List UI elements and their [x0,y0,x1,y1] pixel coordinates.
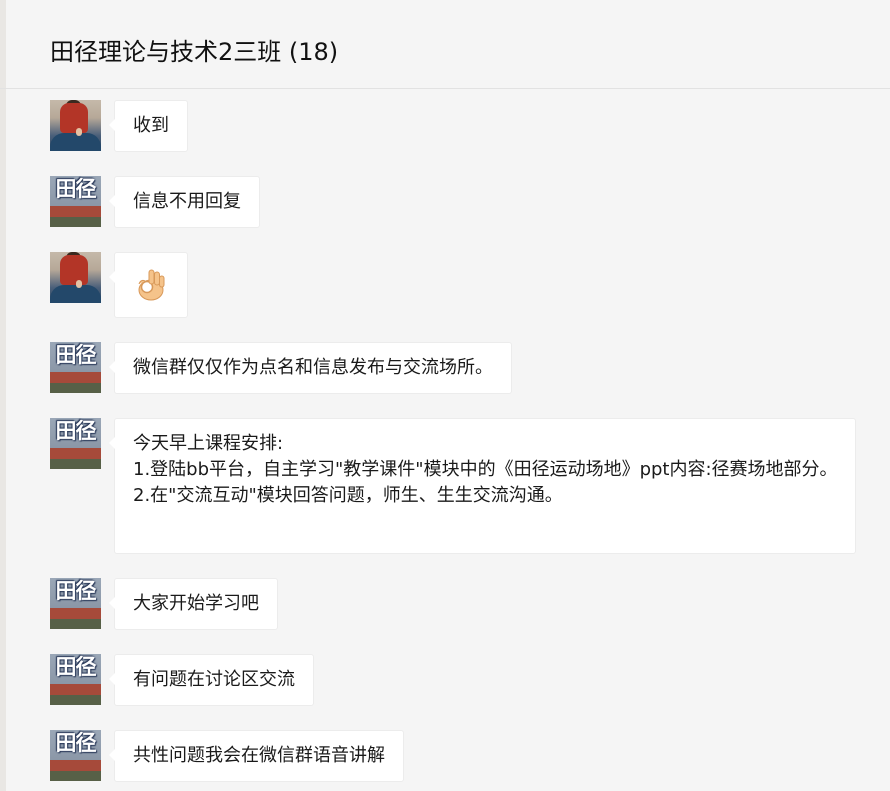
message-text: 大家开始学习吧 [133,593,259,614]
message-line: 今天早上课程安排: [133,433,284,454]
avatar-track-lane [50,608,101,619]
avatar-teacher-text: 田径 [55,177,97,201]
avatar-grass [50,459,101,469]
avatar-teacher-text: 田径 [55,731,97,755]
avatar-hand-shape [76,280,82,288]
avatar-track-lane [50,206,101,217]
message-item [50,252,856,318]
message-line: 1.登陆bb平台，自主学习"教学课件"模块中的《田径运动场地》ppt内容:径赛场… [133,459,838,480]
message-item: 田径 共性问题我会在微信群语音讲解 [50,730,856,782]
avatar-track-lane [50,760,101,771]
avatar-grass [50,695,101,705]
avatar-track-lane [50,448,101,459]
message-bubble[interactable] [109,252,188,318]
message-text: 收到 [133,115,169,136]
avatar-red-jacket-shape [60,103,88,133]
message-item: 田径 今天早上课程安排: 1.登陆bb平台，自主学习"教学课件"模块中的《田径运… [50,418,856,554]
avatar-teacher-text: 田径 [55,655,97,679]
avatar-track-lane [50,684,101,695]
message-item: 田径 大家开始学习吧 [50,578,856,630]
message-bubble[interactable]: 微信群仅仅作为点名和信息发布与交流场所。 [109,342,512,394]
message-item: 收到 [50,100,856,152]
avatar-hand-shape [76,128,82,136]
avatar-teacher[interactable]: 田径 [50,730,101,781]
avatar-blue-skirt-shape [50,133,101,151]
chat-header: 田径理论与技术2三班 (18) [0,0,890,89]
avatar-grass [50,217,101,227]
message-text: 信息不用回复 [133,191,241,212]
chat-window: 田径理论与技术2三班 (18) 收到 田径 信息不用回复 田径 微信群仅仅作为点… [0,0,890,791]
avatar-teacher-text: 田径 [55,579,97,603]
avatar-grass [50,771,101,781]
message-line: 2.在"交流互动"模块回答问题，师生、生生交流沟通。 [133,485,563,506]
message-bubble[interactable]: 大家开始学习吧 [109,578,278,630]
message-bubble[interactable]: 今天早上课程安排: 1.登陆bb平台，自主学习"教学课件"模块中的《田径运动场地… [109,418,856,554]
avatar-teacher[interactable]: 田径 [50,418,101,469]
avatar-red-jacket-shape [60,255,88,285]
avatar-blue-skirt-shape [50,285,101,303]
message-bubble[interactable]: 收到 [109,100,188,152]
message-bubble[interactable]: 有问题在讨论区交流 [109,654,314,706]
message-item: 田径 信息不用回复 [50,176,856,228]
avatar-teacher[interactable]: 田径 [50,654,101,705]
avatar-student[interactable] [50,100,101,151]
avatar-track-lane [50,372,101,383]
message-text: 共性问题我会在微信群语音讲解 [133,745,385,766]
avatar-teacher-text: 田径 [55,343,97,367]
message-item: 田径 微信群仅仅作为点名和信息发布与交流场所。 [50,342,856,394]
avatar-teacher-text: 田径 [55,419,97,443]
avatar-grass [50,383,101,393]
avatar-student[interactable] [50,252,101,303]
message-bubble[interactable]: 信息不用回复 [109,176,260,228]
avatar-teacher[interactable]: 田径 [50,578,101,629]
chat-title[interactable]: 田径理论与技术2三班 (18) [50,33,338,71]
message-text: 有问题在讨论区交流 [133,669,295,690]
message-bubble[interactable]: 共性问题我会在微信群语音讲解 [109,730,404,782]
avatar-grass [50,619,101,629]
ok-hand-icon [138,269,165,301]
message-list[interactable]: 收到 田径 信息不用回复 田径 微信群仅仅作为点名和信息发布与交流场所。 田径 … [0,90,890,791]
message-item: 田径 有问题在讨论区交流 [50,654,856,706]
avatar-teacher[interactable]: 田径 [50,176,101,227]
message-text: 微信群仅仅作为点名和信息发布与交流场所。 [133,357,493,378]
avatar-teacher[interactable]: 田径 [50,342,101,393]
